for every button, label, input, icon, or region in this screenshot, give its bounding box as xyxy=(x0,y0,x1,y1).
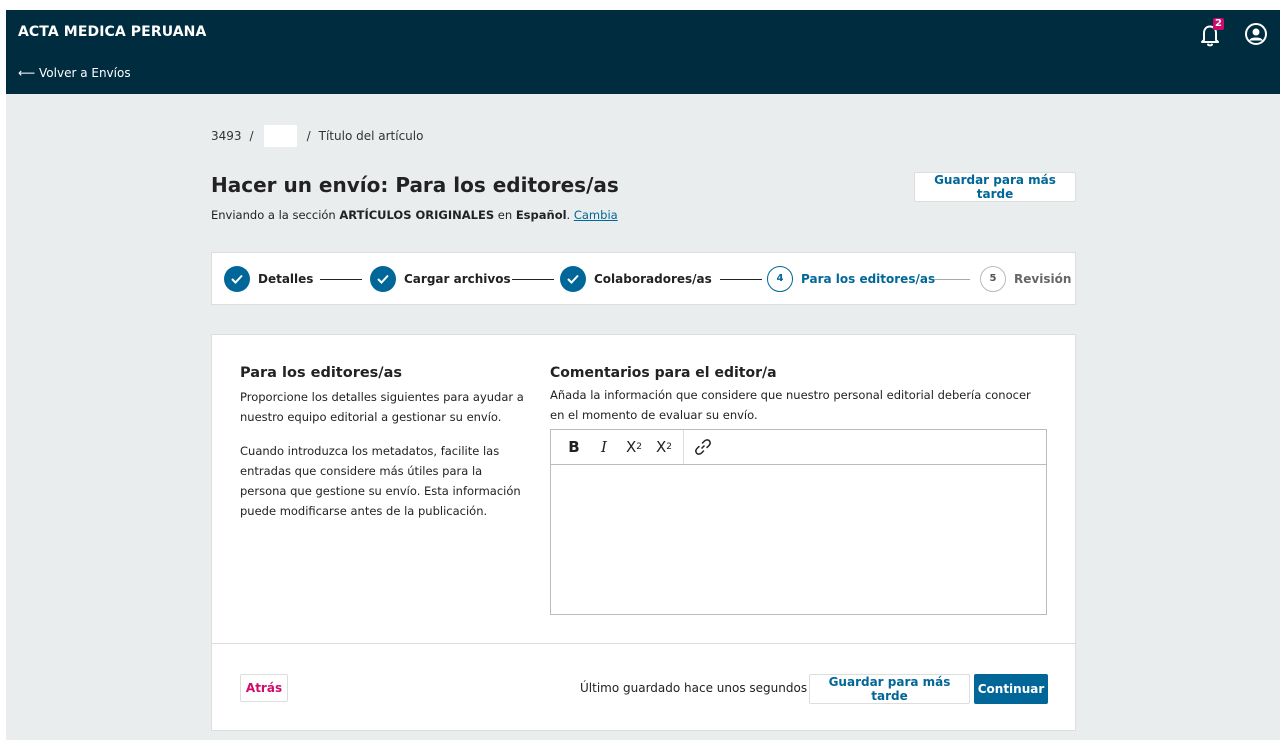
save-for-later-button[interactable]: Guardar para más tarde xyxy=(809,674,970,704)
comments-column: Comentarios para el editor/a Añada la in… xyxy=(550,365,1048,615)
intro-paragraph-1: Proporcione los detalles siguientes para… xyxy=(240,390,524,424)
bold-icon[interactable]: B xyxy=(559,432,589,462)
breadcrumb-empty-author xyxy=(263,125,297,147)
top-header: ACTA MEDICA PERUANA ⟵ Volver a Envíos 2 xyxy=(6,10,1280,94)
back-button[interactable]: Atrás xyxy=(240,674,288,702)
step-connector xyxy=(934,279,970,280)
italic-icon[interactable]: I xyxy=(589,432,619,462)
editor-toolbar: B I X2 X2 xyxy=(551,430,1046,465)
superscript-icon[interactable]: X2 xyxy=(619,432,649,462)
step-connector xyxy=(512,279,554,280)
section-name: ARTÍCULOS ORIGINALES xyxy=(339,208,495,222)
notification-count-badge: 2 xyxy=(1213,18,1224,30)
app-frame: ACTA MEDICA PERUANA ⟵ Volver a Envíos 2 … xyxy=(6,10,1280,740)
check-icon[interactable] xyxy=(224,266,250,292)
progress-steps: Detalles Cargar archivos Colaboradores/a… xyxy=(211,252,1076,305)
superscript-glyph: X xyxy=(625,438,637,456)
step-details[interactable]: Detalles xyxy=(258,272,313,286)
for-editors-panel: Para los editores/as Proporcione los det… xyxy=(211,334,1076,731)
breadcrumb-submission-id: 3493 xyxy=(211,129,242,143)
language-name: Español xyxy=(515,208,567,222)
submission-section-info: Enviando a la sección ARTÍCULOS ORIGINAL… xyxy=(211,208,618,222)
comments-rich-text-editor: B I X2 X2 xyxy=(550,429,1047,615)
last-saved-status: Último guardado hace unos segundos xyxy=(580,681,808,695)
superscript-mark: 2 xyxy=(636,442,642,452)
step-connector xyxy=(720,279,762,280)
section-info-dot: . xyxy=(566,208,574,222)
back-to-submissions-link[interactable]: ⟵ Volver a Envíos xyxy=(18,66,131,80)
continue-button[interactable]: Continuar xyxy=(974,674,1048,704)
breadcrumb-separator: / xyxy=(249,129,254,143)
step-upload-files[interactable]: Cargar archivos xyxy=(404,272,511,286)
site-title[interactable]: ACTA MEDICA PERUANA xyxy=(18,24,206,40)
breadcrumb-separator: / xyxy=(306,129,311,143)
save-for-later-button-top[interactable]: Guardar para más tarde xyxy=(914,172,1076,202)
subscript-glyph: X xyxy=(655,438,667,456)
intro-heading: Para los editores/as xyxy=(240,365,403,381)
section-info-prefix: Enviando a la sección xyxy=(211,208,340,222)
check-icon[interactable] xyxy=(370,266,396,292)
step-for-editors[interactable]: Para los editores/as xyxy=(801,272,935,286)
link-icon[interactable] xyxy=(688,432,718,462)
intro-column: Para los editores/as Proporcione los det… xyxy=(240,365,530,535)
step-review[interactable]: Revisión xyxy=(1014,272,1071,286)
user-circle-icon[interactable] xyxy=(1244,22,1268,46)
page-title: Hacer un envío: Para los editores/as xyxy=(211,173,619,197)
step-contributors[interactable]: Colaboradores/as xyxy=(594,272,712,286)
section-info-middle: en xyxy=(494,208,516,222)
change-section-link[interactable]: Cambia xyxy=(574,208,618,222)
formatting-group: B I X2 X2 xyxy=(559,430,684,464)
intro-paragraph-2: Cuando introduzca los metadatos, facilit… xyxy=(240,444,521,518)
comments-description: Añada la información que considere que n… xyxy=(550,388,1031,422)
subscript-mark: 2 xyxy=(666,442,672,452)
step-number-5[interactable]: 5 xyxy=(980,266,1006,292)
panel-divider xyxy=(212,643,1075,644)
step-connector xyxy=(320,279,362,280)
comments-text-area[interactable] xyxy=(551,465,1046,614)
breadcrumb-title: Título del artículo xyxy=(318,129,424,143)
breadcrumb: 3493 / / Título del artículo xyxy=(211,125,423,147)
subscript-icon[interactable]: X2 xyxy=(649,432,679,462)
comments-heading: Comentarios para el editor/a xyxy=(550,365,777,381)
check-icon[interactable] xyxy=(560,266,586,292)
step-number-4[interactable]: 4 xyxy=(767,266,793,292)
